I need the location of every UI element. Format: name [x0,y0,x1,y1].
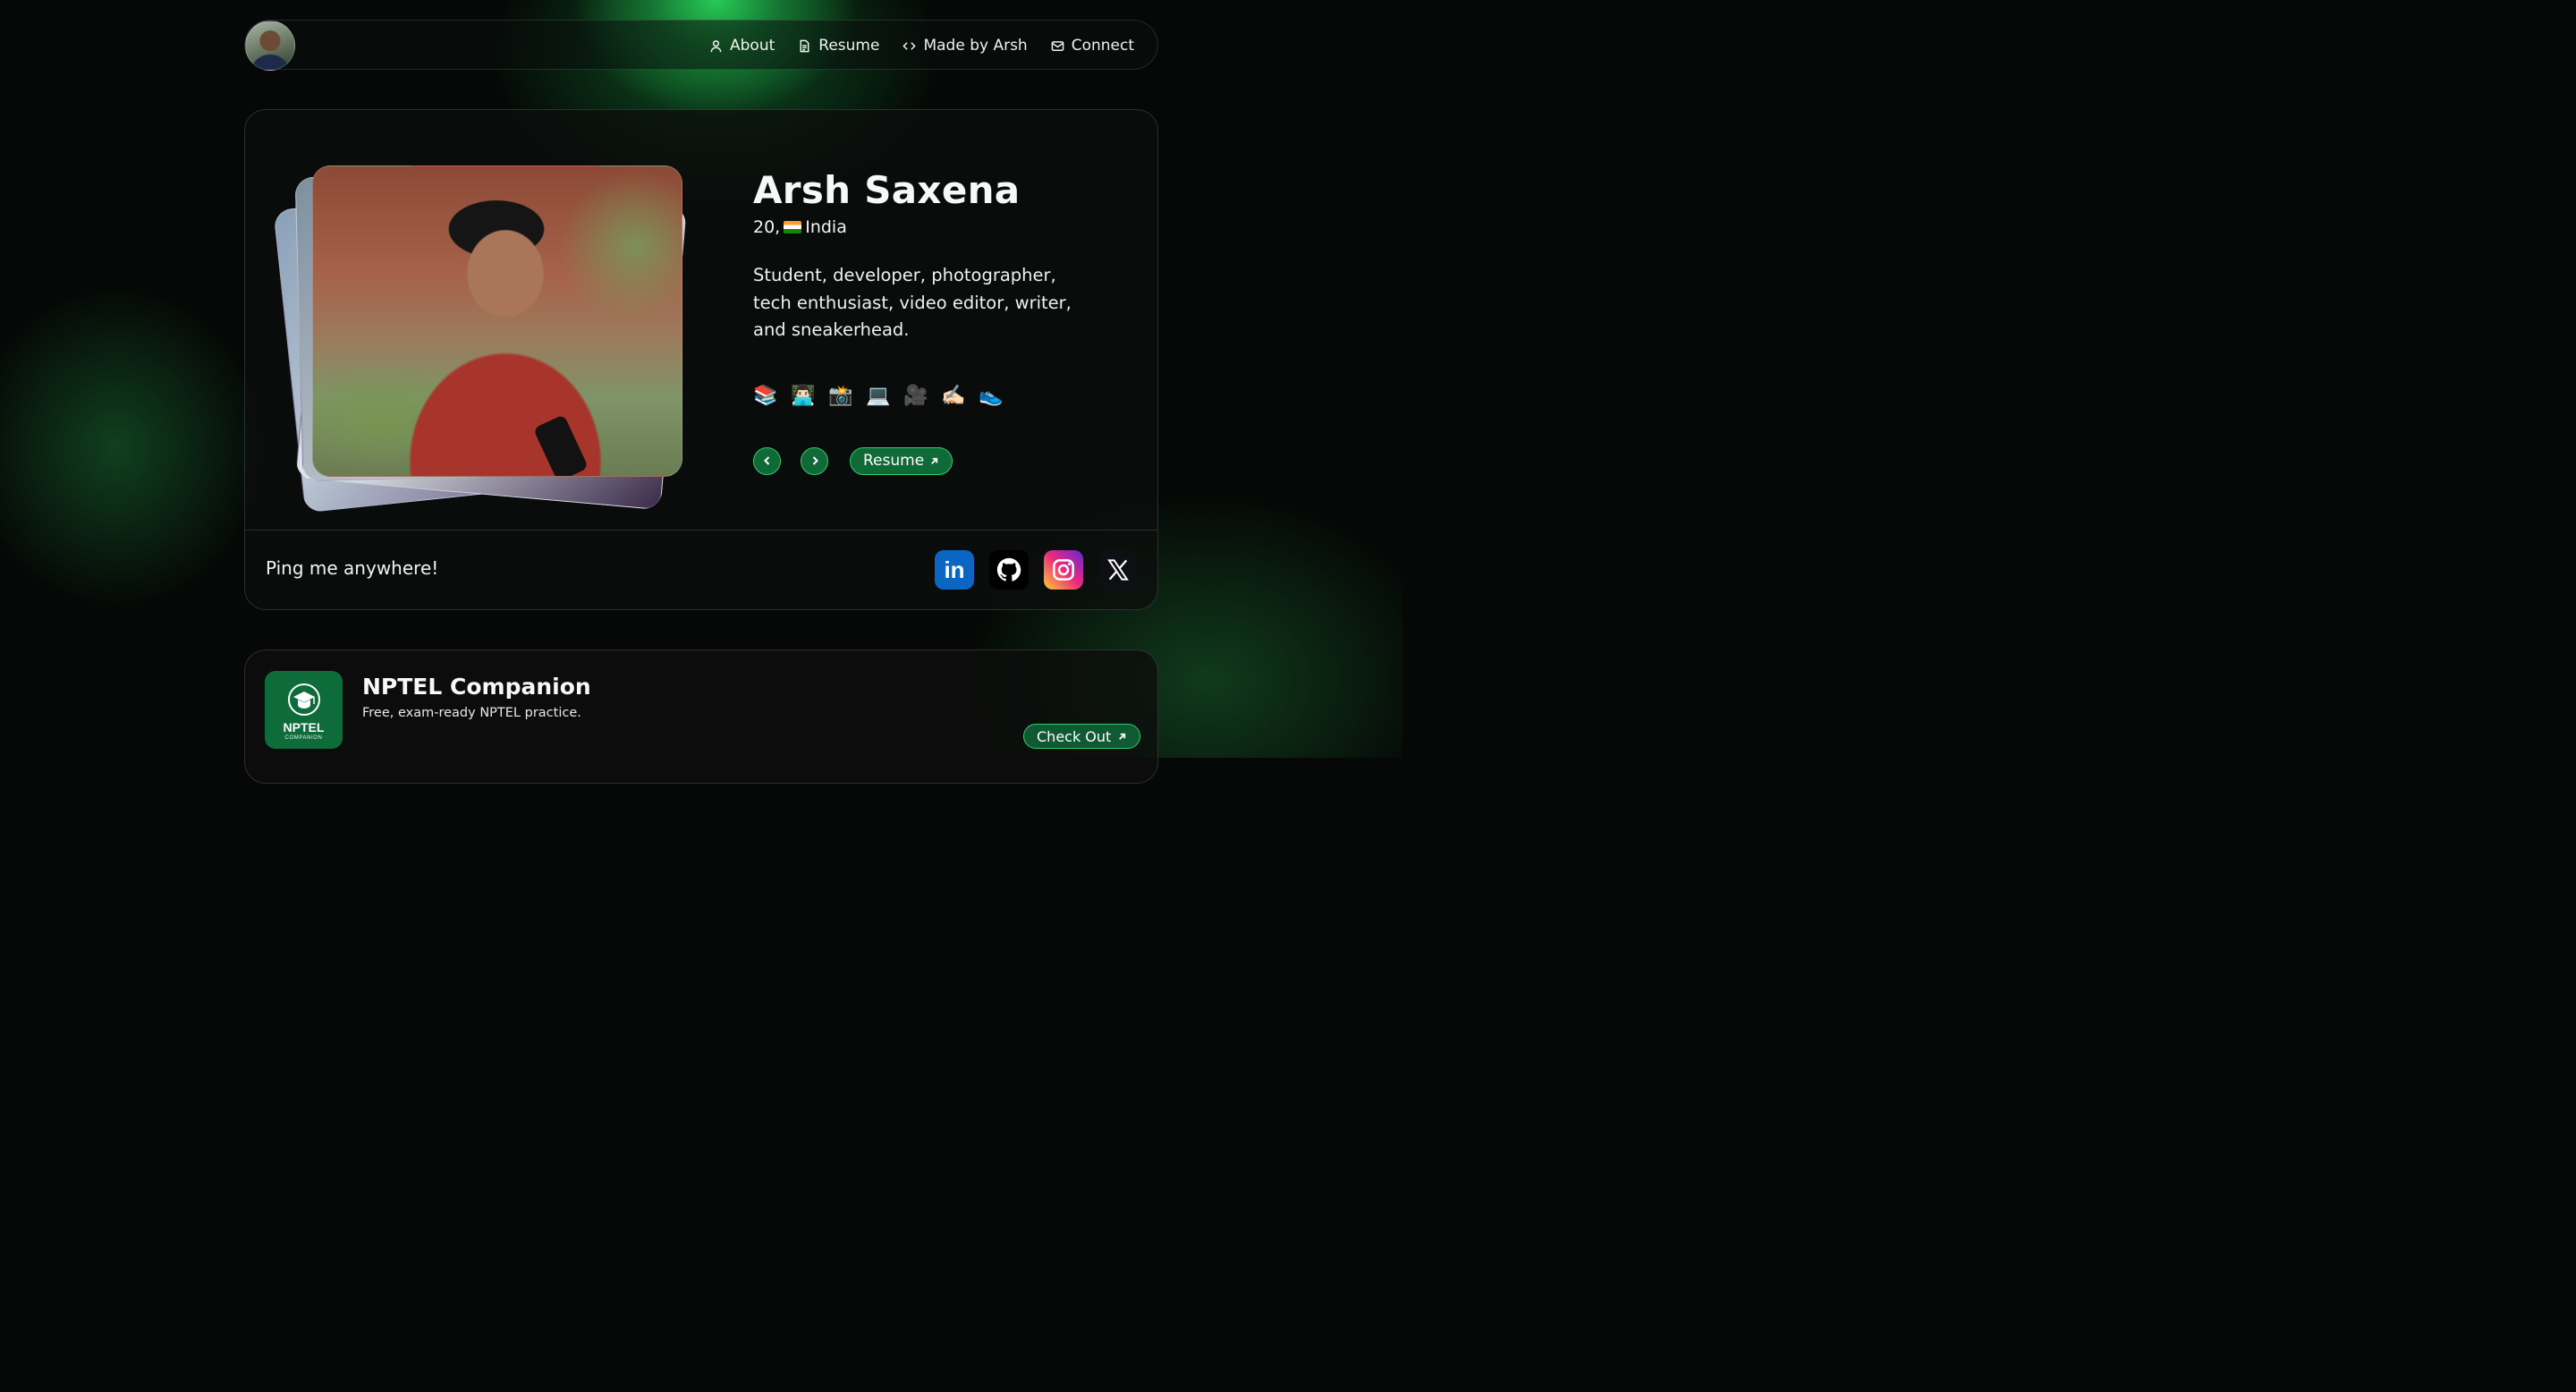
profile-meta: 20, India [753,217,1129,237]
video-camera-icon: 🎥 [903,384,928,407]
instagram-icon[interactable] [1044,550,1083,590]
camera-flash-icon: 📸 [828,384,853,407]
user-icon [710,39,722,52]
ping-text: Ping me anywhere! [266,557,439,579]
chevron-left-icon [763,456,769,465]
check-out-label: Check Out [1037,727,1112,745]
nav-link-about[interactable]: About [709,37,775,55]
profile-card: Arsh Saxena 20, India Student, developer… [244,109,1158,610]
india-flag-icon [784,221,802,233]
nav-link-label: Resume [818,37,880,55]
resume-button[interactable]: Resume [850,446,953,475]
avatar[interactable] [245,21,295,71]
graduation-cap-icon [288,683,320,716]
chevron-right-icon [812,456,818,465]
x-icon[interactable] [1098,550,1138,590]
nav-link-label: Connect [1071,37,1134,55]
books-icon: 📚 [753,384,778,407]
nav-link-label: About [730,37,775,55]
github-icon[interactable] [989,550,1029,590]
top-navbar: About Resume Made by Arsh Connect [244,20,1158,71]
profile-country: India [805,217,847,237]
code-icon [902,41,917,50]
technologist-icon: 👨🏻‍💻 [791,384,816,407]
project-description: Free, exam-ready NPTEL practice. [362,706,581,720]
logo-title: NPTEL [283,720,325,734]
social-links: in [935,550,1138,590]
phone-in-photo [532,414,589,476]
linkedin-icon[interactable]: in [935,550,974,590]
previous-photo-button[interactable] [753,446,781,475]
nav-link-made-by[interactable]: Made by Arsh [902,37,1028,55]
project-title: NPTEL Companion [362,674,591,700]
writing-hand-icon: ✍🏻 [941,384,966,407]
next-photo-button[interactable] [801,446,828,475]
project-card[interactable]: NPTEL COMPANION NPTEL Companion Free, ex… [244,649,1158,784]
profile-photo [312,166,682,477]
nav-link-resume[interactable]: Resume [798,37,879,55]
mail-icon [1051,40,1064,51]
profile-info: Arsh Saxena 20, India Student, developer… [753,167,1129,475]
arrow-up-right-icon [931,457,938,464]
logo-subtitle: COMPANION [284,735,323,741]
profile-name: Arsh Saxena [753,168,1021,212]
arrow-up-right-icon [1119,733,1126,740]
photo-stack[interactable] [272,155,719,514]
profile-age: 20, [753,217,781,237]
photo-controls: Resume [753,446,1129,475]
nav-link-connect[interactable]: Connect [1051,37,1134,55]
emoji-row: 📚 👨🏻‍💻 📸 💻 🎥 ✍🏻 👟 [753,384,1129,409]
document-icon [800,39,809,52]
nav-link-label: Made by Arsh [923,37,1028,55]
nptel-logo: NPTEL COMPANION [265,671,343,749]
laptop-icon: 💻 [866,384,891,407]
resume-button-label: Resume [863,452,925,470]
check-out-button[interactable]: Check Out [1023,724,1141,749]
sneaker-icon: 👟 [979,384,1004,407]
social-footer: Ping me anywhere! in [245,530,1157,609]
profile-bio: Student, developer, photographer, tech e… [753,265,1072,340]
nav-links: About Resume Made by Arsh Connect [709,21,1134,71]
